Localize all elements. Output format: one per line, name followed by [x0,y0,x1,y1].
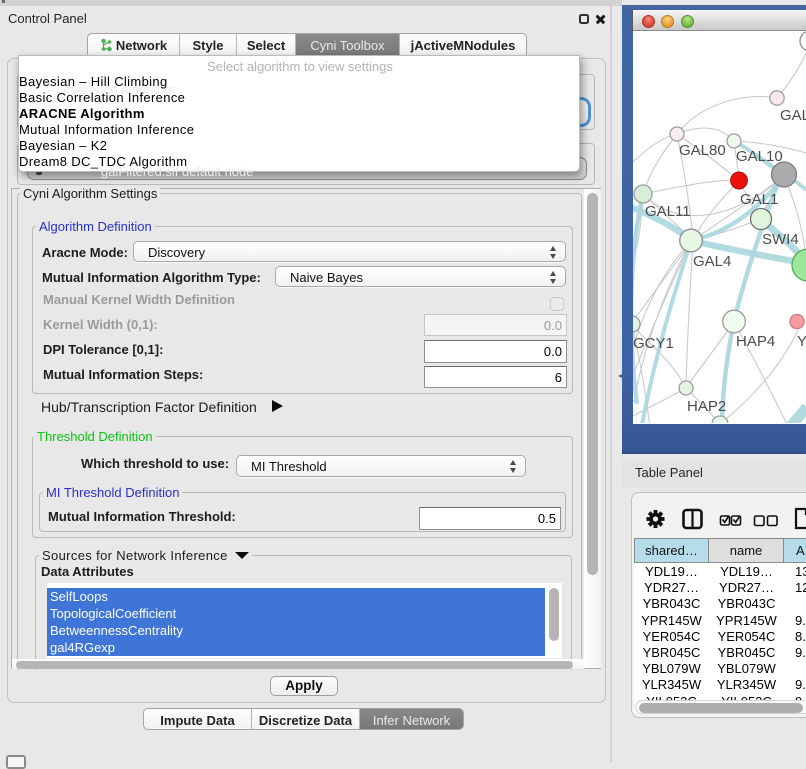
svg-text:HAP2: HAP2 [687,398,726,415]
svg-text:GAL10: GAL10 [736,148,783,165]
svg-text:GAL4: GAL4 [693,253,731,270]
svg-text:GAL80: GAL80 [679,142,726,159]
svg-text:Y: Y [797,333,806,350]
svg-text:GAL: GAL [780,107,806,124]
svg-text:SWI4: SWI4 [762,231,799,248]
svg-text:GCY1: GCY1 [633,335,674,352]
svg-text:HAP4: HAP4 [736,333,775,350]
svg-text:GAL11: GAL11 [645,203,691,220]
svg-text:GAL1: GAL1 [740,191,778,208]
